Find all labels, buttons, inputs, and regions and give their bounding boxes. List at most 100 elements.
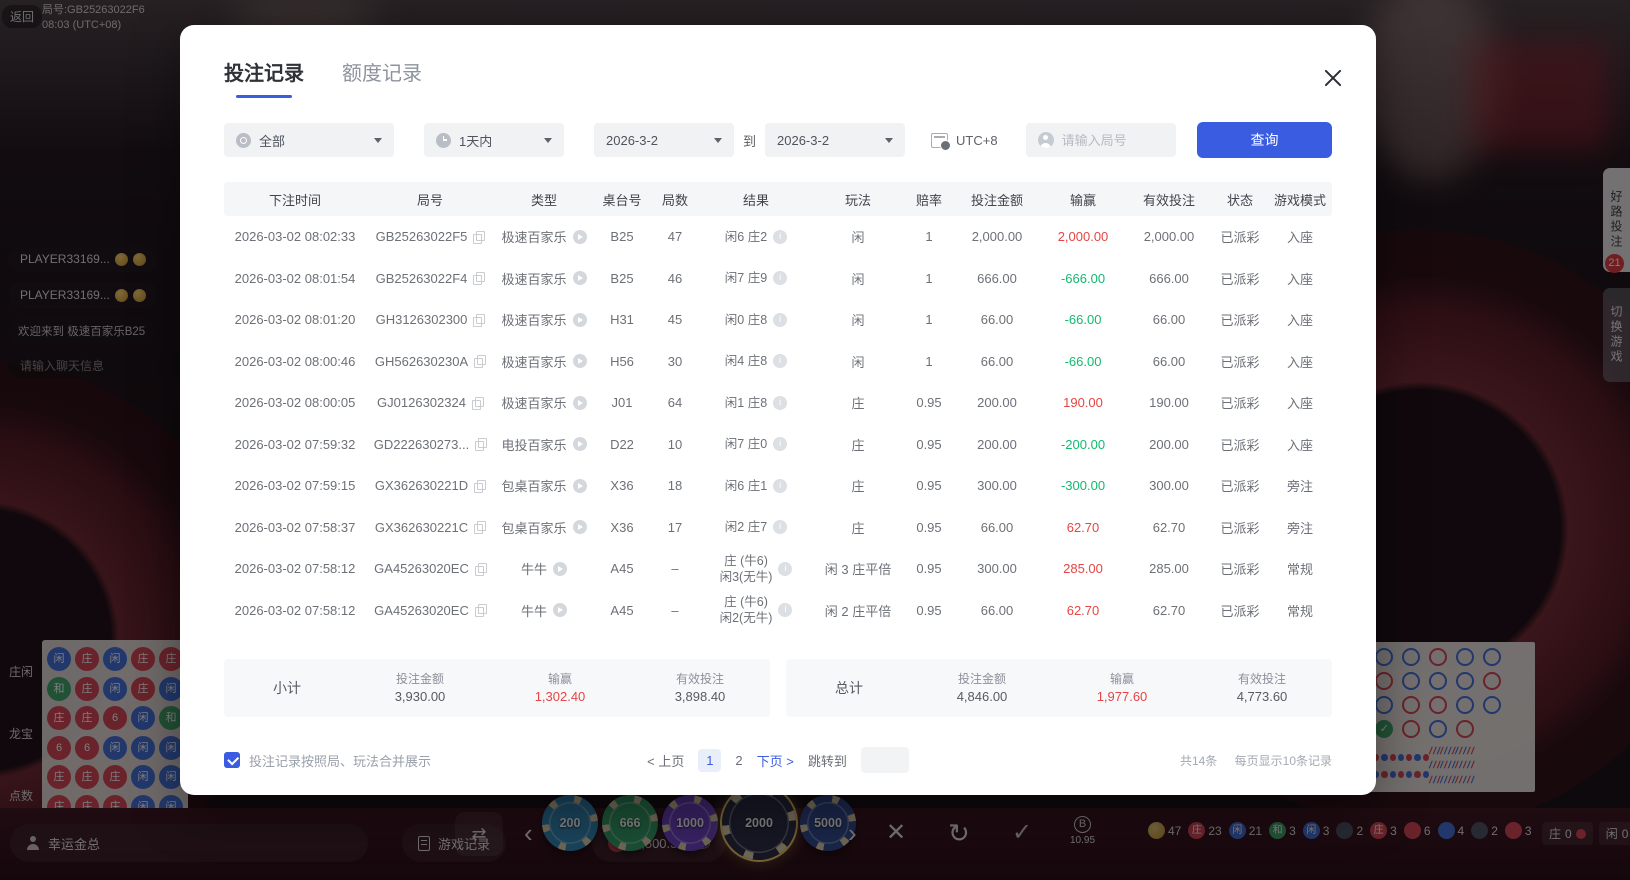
play-icon[interactable] (573, 313, 587, 327)
play-icon[interactable] (573, 271, 587, 285)
cell-text: 46 (668, 271, 682, 286)
cell-text: 庄 (851, 435, 864, 454)
cell-text: 入座 (1287, 269, 1313, 288)
cell-text: 闲 (851, 269, 864, 288)
search-button[interactable]: 查询 (1197, 122, 1332, 158)
copy-icon[interactable] (475, 438, 486, 450)
cell-time: 2026-03-02 07:59:32 (224, 437, 366, 452)
cell-bet_on: 闲 (812, 227, 904, 246)
cell-no: – (650, 603, 700, 618)
cell-text: 64 (668, 395, 682, 410)
page-2-button[interactable]: 2 (735, 753, 742, 768)
cell-table: H31 (594, 312, 650, 327)
cell-text: 1 (925, 271, 932, 286)
date-range-select[interactable]: 1天内 (424, 123, 564, 157)
copy-icon[interactable] (473, 314, 484, 326)
cell-text: 2026-03-02 08:00:05 (235, 395, 356, 410)
play-icon[interactable] (553, 603, 567, 617)
jump-page-input[interactable] (861, 747, 909, 773)
info-icon[interactable] (773, 520, 787, 534)
play-icon[interactable] (573, 479, 587, 493)
table-row: 2026-03-02 08:02:33GB25263022F5极速百家乐B254… (224, 216, 1332, 258)
play-icon[interactable] (553, 562, 567, 576)
cell-type: 电投百家乐 (494, 435, 594, 454)
table-row: 2026-03-02 07:59:32GD222630273...电投百家乐D2… (224, 424, 1332, 466)
play-icon[interactable] (573, 437, 587, 451)
cell-table: X36 (594, 520, 650, 535)
cell-text: 2026-03-02 08:00:46 (235, 354, 356, 369)
info-icon[interactable] (778, 603, 792, 617)
info-icon[interactable] (773, 354, 787, 368)
copy-icon[interactable] (473, 272, 484, 284)
cell-win: 190.00 (1040, 395, 1126, 410)
copy-icon[interactable] (474, 355, 485, 367)
close-icon[interactable] (1320, 65, 1346, 91)
info-icon[interactable] (773, 396, 787, 410)
cell-type: 极速百家乐 (494, 310, 594, 329)
tab-bet-records[interactable]: 投注记录 (224, 57, 304, 98)
merge-checkbox[interactable] (224, 752, 240, 768)
round-search-input[interactable] (1062, 133, 1164, 148)
cell-text: 入座 (1287, 227, 1313, 246)
subtotal-bet-label: 投注金额 (350, 671, 490, 688)
info-icon[interactable] (773, 271, 787, 285)
cell-status: 已派彩 (1212, 559, 1268, 578)
column-header: 桌台号 (594, 190, 650, 209)
info-icon[interactable] (773, 230, 787, 244)
total-count-label: 共14条 (1180, 754, 1217, 768)
subtotal-label: 小计 (224, 678, 350, 698)
cell-text: 闲 3 庄平倍 (825, 559, 891, 578)
cell-text: 0.95 (916, 520, 941, 535)
cell-round: GX362630221C (366, 520, 494, 535)
date-from-picker[interactable]: 2026-3-2 (594, 123, 734, 157)
table-row: 2026-03-02 08:00:05GJ0126302324极速百家乐J016… (224, 382, 1332, 424)
cell-odds: 1 (904, 271, 954, 286)
cell-type: 极速百家乐 (494, 393, 594, 412)
cell-text: 66.00 (981, 354, 1014, 369)
cell-text: 入座 (1287, 435, 1313, 454)
cell-valid: 190.00 (1126, 395, 1212, 410)
prev-page-button[interactable]: < 上页 (647, 751, 684, 770)
play-icon[interactable] (573, 396, 587, 410)
subtotal-box: 小计 投注金额 3,930.00 输赢 1,302.40 有效投注 3,898.… (224, 659, 770, 717)
play-icon[interactable] (573, 354, 587, 368)
copy-icon[interactable] (474, 521, 485, 533)
info-icon[interactable] (773, 437, 787, 451)
date-to-picker[interactable]: 2026-3-2 (765, 123, 905, 157)
copy-icon[interactable] (474, 480, 485, 492)
play-icon[interactable] (573, 520, 587, 534)
summary-row: 小计 投注金额 3,930.00 输赢 1,302.40 有效投注 3,898.… (224, 659, 1332, 717)
copy-icon[interactable] (475, 604, 486, 616)
cell-win: 62.70 (1040, 603, 1126, 618)
cell-valid: 66.00 (1126, 354, 1212, 369)
cell-text: GA45263020EC (374, 561, 469, 576)
cell-text: 常规 (1287, 601, 1313, 620)
info-icon[interactable] (773, 313, 787, 327)
cell-result: 闲7 庄9 (700, 270, 812, 286)
cell-round: GB25263022F4 (366, 271, 494, 286)
cell-text: 电投百家乐 (501, 435, 566, 454)
cell-text: 62.70 (1067, 603, 1100, 618)
cell-status: 已派彩 (1212, 393, 1268, 412)
copy-icon[interactable] (475, 563, 486, 575)
tab-quota-records[interactable]: 额度记录 (342, 57, 422, 98)
to-label: 到 (743, 131, 756, 150)
column-header: 局数 (650, 190, 700, 209)
page-1-button[interactable]: 1 (698, 749, 721, 772)
round-search-wrap (1026, 123, 1176, 157)
info-icon[interactable] (773, 479, 787, 493)
info-icon[interactable] (778, 562, 792, 576)
copy-icon[interactable] (473, 231, 484, 243)
cell-text: 62.70 (1153, 603, 1186, 618)
cell-no: 45 (650, 312, 700, 327)
category-select[interactable]: 全部 (224, 123, 394, 157)
next-page-button[interactable]: 下页 > (757, 751, 794, 770)
cell-win: -66.00 (1040, 312, 1126, 327)
play-icon[interactable] (573, 230, 587, 244)
copy-icon[interactable] (472, 397, 483, 409)
modal-footer: 投注记录按照局、玩法合并展示 < 上页 1 2 下页 > 跳转到 共14条 每页… (224, 747, 1332, 773)
subtotal-win: 输赢 1,302.40 (490, 671, 630, 705)
column-header: 类型 (494, 190, 594, 209)
cell-time: 2026-03-02 08:02:33 (224, 229, 366, 244)
timezone-display[interactable]: UTC+8 (931, 133, 998, 148)
